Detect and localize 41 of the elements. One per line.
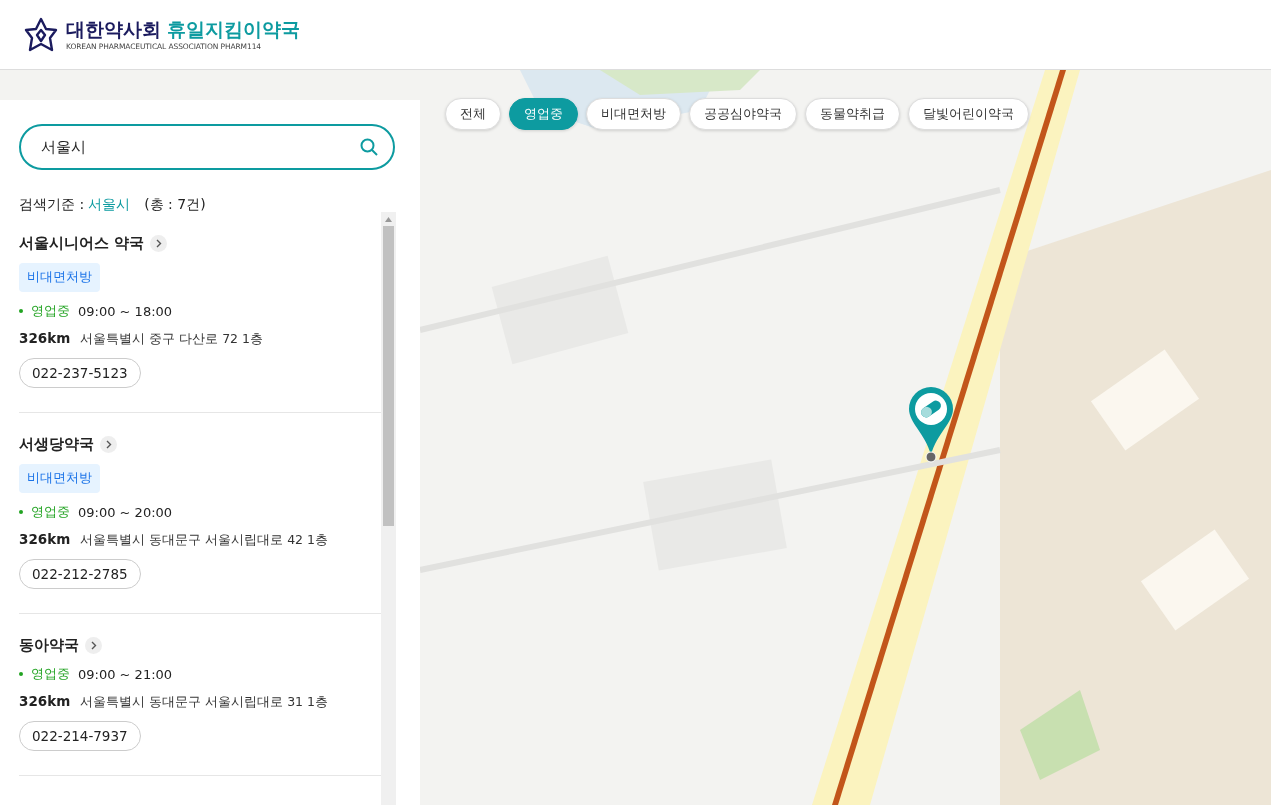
search-query: 서울시 [88,196,131,214]
chevron-right-icon[interactable] [150,235,168,252]
filter-chip[interactable]: 달빛어린이약국 [908,98,1029,130]
status-dot [19,672,23,676]
address: 서울특별시 동대문구 서울시립대로 42 1층 [80,532,328,549]
feature-tag: 비대면처방 [19,263,100,292]
chevron-right-icon[interactable] [100,436,117,453]
chevron-right-icon[interactable] [85,637,102,654]
pharmacy-name[interactable]: 동아약국 [19,636,79,655]
result-count: (총 : 7건) [144,196,206,214]
status-dot [19,309,23,313]
filter-chip[interactable]: 공공심야약국 [689,98,797,130]
search-criteria-label: 검색기준 : [19,196,85,214]
logo-subtitle: 휴일지킴이약국 [167,18,300,40]
opening-hours: 09:00 ~ 20:00 [78,504,173,520]
map-pin-icon[interactable] [907,385,955,463]
search-icon[interactable] [359,137,379,157]
logo-title: 대한약사회 [66,18,161,40]
search-field[interactable]: 서울시 [19,124,395,170]
address: 서울특별시 중구 다산로 72 1층 [80,331,263,348]
distance: 326km [19,531,71,547]
feature-tag: 비대면처방 [19,464,100,493]
status-dot [19,510,23,514]
opening-hours: 09:00 ~ 18:00 [78,303,173,319]
phone-button[interactable]: 022-237-5123 [19,358,141,388]
status-text: 영업중 [31,302,70,320]
status-text: 영업중 [31,665,70,683]
pharmacy-name[interactable]: 서생당약국 [19,435,94,454]
pharmacy-name[interactable]: 서울시니어스 약국 [19,234,145,253]
distance: 326km [19,693,71,709]
phone-button[interactable]: 022-214-7937 [19,721,141,751]
distance: 326km [19,330,71,346]
address: 서울특별시 동대문구 서울시립대로 31 1층 [80,694,328,711]
logo-icon [24,16,58,53]
scroll-up-icon[interactable] [385,216,392,222]
opening-hours: 09:00 ~ 21:00 [78,666,173,682]
filter-chip[interactable]: 비대면처방 [586,98,681,130]
scrollbar[interactable] [381,212,396,805]
filter-chip[interactable]: 동물약취급 [805,98,900,130]
status-text: 영업중 [31,503,70,521]
phone-button[interactable]: 022-212-2785 [19,559,141,589]
